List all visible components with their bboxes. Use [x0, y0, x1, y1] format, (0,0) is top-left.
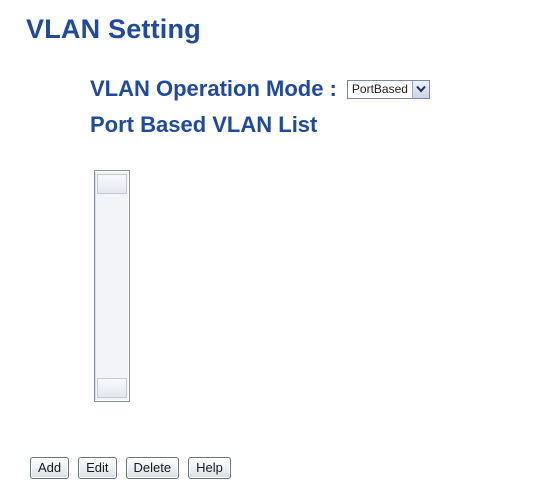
vlan-operation-mode-select[interactable]: PortBased [346, 79, 430, 99]
vlan-operation-mode-row: VLAN Operation Mode : PortBased [90, 76, 430, 102]
page-title: VLAN Setting [26, 14, 201, 44]
scroll-down-button[interactable] [97, 378, 127, 398]
help-button[interactable]: Help [188, 457, 231, 479]
vlan-listbox-scrollbar[interactable] [95, 172, 128, 400]
action-button-row: Add Edit Delete Help [30, 457, 231, 479]
port-based-vlan-list-title: Port Based VLAN List [90, 112, 318, 137]
vlan-listbox[interactable] [94, 170, 130, 402]
chevron-down-icon[interactable] [411, 80, 429, 98]
add-button[interactable]: Add [30, 457, 70, 479]
scroll-up-button[interactable] [97, 174, 127, 194]
edit-button[interactable]: Edit [78, 457, 117, 479]
vlan-operation-mode-label: VLAN Operation Mode : [90, 76, 337, 101]
delete-button[interactable]: Delete [125, 457, 180, 479]
vlan-operation-mode-value: PortBased [351, 81, 408, 96]
